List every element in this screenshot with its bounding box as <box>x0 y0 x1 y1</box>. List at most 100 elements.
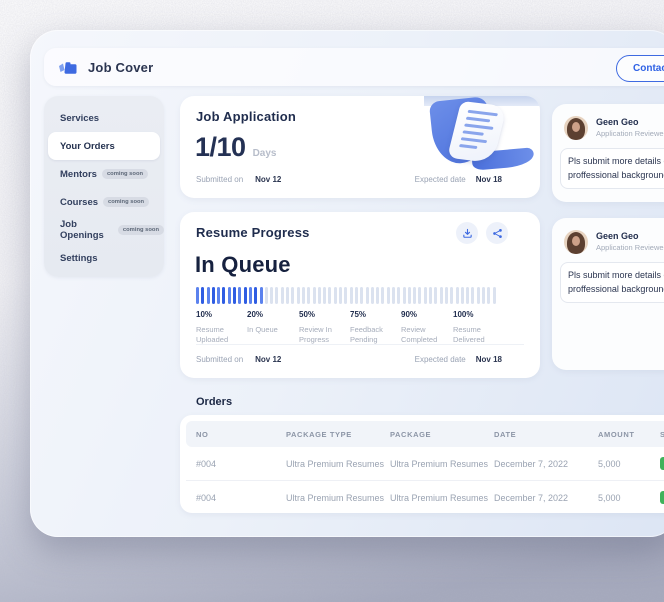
column-header-status: STATUS <box>660 430 664 439</box>
cell-no: #004 <box>196 459 216 469</box>
days-count: 1/10 <box>195 132 246 163</box>
message-line: Pls submit more details on your <box>568 269 664 283</box>
milestone: 75% Feedback Pending <box>350 310 398 345</box>
sidebar-item-courses[interactable]: Courses coming soon <box>44 188 164 216</box>
milestone-percent: 20% <box>247 310 295 319</box>
column-header-package: PACKAGE <box>390 430 431 439</box>
table-row: #004 Ultra Premium Resumes Ultra Premium… <box>186 447 664 480</box>
milestone-label: Resume Uploaded <box>196 325 238 345</box>
reviewer-name: Geen Geo <box>596 231 639 241</box>
cell-amount: 5,000 <box>598 459 621 469</box>
coming-soon-badge: coming soon <box>118 225 164 235</box>
sidebar-item-settings[interactable]: Settings <box>44 244 164 272</box>
milestone-percent: 90% <box>401 310 449 319</box>
milestone-label: Feedback Pending <box>350 325 392 345</box>
milestone: 50% Review In Progress <box>299 310 347 345</box>
submitted-label: Submitted on <box>196 355 243 364</box>
column-header-no: NO <box>196 430 208 439</box>
orders-table: NO PACKAGE TYPE PACKAGE DATE AMOUNT STAT… <box>180 415 664 513</box>
milestone-percent: 50% <box>299 310 347 319</box>
share-button[interactable] <box>486 222 508 244</box>
cell-amount: 5,000 <box>598 493 621 503</box>
submitted-date: Nov 12 <box>255 355 281 364</box>
coming-soon-badge: coming soon <box>103 197 149 207</box>
sidebar-item-your-orders[interactable]: Your Orders <box>48 132 160 160</box>
milestone-percent: 75% <box>350 310 398 319</box>
reviewer-message: Pls submit more details on your proffess… <box>560 148 664 189</box>
milestone-label: Review In Progress <box>299 325 341 345</box>
resume-progress-card: Resume Progress In Queue 10% Resume Uploa… <box>180 212 540 378</box>
divider <box>196 344 524 345</box>
cell-package: Ultra Premium Resumes <box>390 493 488 503</box>
column-header-date: DATE <box>494 430 516 439</box>
sidebar-item-label: Services <box>60 113 99 124</box>
submitted-label: Submitted on <box>196 175 243 184</box>
reviewer-role: Application Reviewer <box>596 243 664 252</box>
sidebar-item-job-openings[interactable]: Job Openings coming soon <box>44 216 164 244</box>
resume-progress-dates: Submitted onNov 12 Expected dateNov 18 <box>196 355 540 367</box>
milestone: 90% Review Completed <box>401 310 449 345</box>
milestone: 100% Resume Delivered <box>453 310 501 345</box>
status-badge <box>660 491 664 504</box>
column-header-package-type: PACKAGE TYPE <box>286 430 352 439</box>
sidebar-item-label: Courses <box>60 197 98 208</box>
resume-progress-title: Resume Progress <box>196 225 310 240</box>
cell-package-type: Ultra Premium Resumes <box>286 493 384 503</box>
briefcase-logo-icon <box>58 58 80 77</box>
progress-status: In Queue <box>195 252 291 278</box>
message-line: Pls submit more details on your <box>568 155 664 169</box>
contact-us-button[interactable]: Contact Us <box>616 55 664 82</box>
message-line: proffessional background <box>568 169 664 183</box>
cell-package-type: Ultra Premium Resumes <box>286 459 384 469</box>
status-badge <box>660 457 664 470</box>
sidebar-item-label: Your Orders <box>60 141 115 152</box>
orders-section-title: Orders <box>196 396 232 408</box>
job-application-dates: Submitted on Nov 12 Expected date Nov 18 <box>196 175 540 187</box>
share-icon <box>492 228 503 239</box>
table-row: #004 Ultra Premium Resumes Ultra Premium… <box>186 480 664 513</box>
milestone-percent: 100% <box>453 310 501 319</box>
submitted-date: Nov 12 <box>255 175 281 184</box>
cell-date: December 7, 2022 <box>494 459 568 469</box>
cell-date: December 7, 2022 <box>494 493 568 503</box>
expected-label: Expected date <box>415 175 466 184</box>
job-application-card: Job Application 1/10 Days Submitted on No… <box>180 96 540 198</box>
top-bar: Job Cover Contact Us <box>44 48 664 86</box>
sidebar-item-label: Mentors <box>60 169 97 180</box>
resume-illustration <box>424 96 540 170</box>
column-header-amount: AMOUNT <box>598 430 635 439</box>
download-icon <box>462 228 473 239</box>
avatar <box>564 230 588 254</box>
app-window: Job Cover Contact Us Services Your Order… <box>30 30 664 537</box>
milestone: 10% Resume Uploaded <box>196 310 244 345</box>
days-unit: Days <box>253 148 277 159</box>
progress-ticks <box>196 287 498 304</box>
sidebar-item-services[interactable]: Services <box>44 104 164 132</box>
expected-date: Nov 18 <box>476 175 502 184</box>
milestone-percent: 10% <box>196 310 244 319</box>
reviewer-message: Pls submit more details on your proffess… <box>560 262 664 303</box>
milestone: 20% In Queue <box>247 310 295 335</box>
milestone-label: Resume Delivered <box>453 325 495 345</box>
brand-logo[interactable]: Job Cover <box>58 58 153 77</box>
brand-name: Job Cover <box>88 60 153 75</box>
reviewer-role: Application Reviewer <box>596 129 664 138</box>
milestone-label: Review Completed <box>401 325 443 345</box>
orders-table-header: NO PACKAGE TYPE PACKAGE DATE AMOUNT STAT… <box>186 421 664 447</box>
sidebar-item-mentors[interactable]: Mentors coming soon <box>44 160 164 188</box>
milestone-label: In Queue <box>247 325 289 335</box>
sidebar-nav: Services Your Orders Mentorscoming soon … <box>44 96 164 277</box>
download-button[interactable] <box>456 222 478 244</box>
avatar <box>564 116 588 140</box>
expected-label: Expected date <box>415 355 466 364</box>
cell-no: #004 <box>196 493 216 503</box>
message-line: proffessional background <box>568 283 664 297</box>
reviewer-card: Geen Geo Application Reviewer Pls submit… <box>552 218 664 370</box>
reviewer-name: Geen Geo <box>596 117 639 127</box>
job-application-title: Job Application <box>196 109 296 124</box>
cell-package: Ultra Premium Resumes <box>390 459 488 469</box>
sidebar-item-label: Settings <box>60 253 97 264</box>
sidebar-item-label: Job Openings <box>60 219 113 241</box>
coming-soon-badge: coming soon <box>102 169 148 179</box>
reviewer-card: Geen Geo Application Reviewer Pls submit… <box>552 104 664 202</box>
